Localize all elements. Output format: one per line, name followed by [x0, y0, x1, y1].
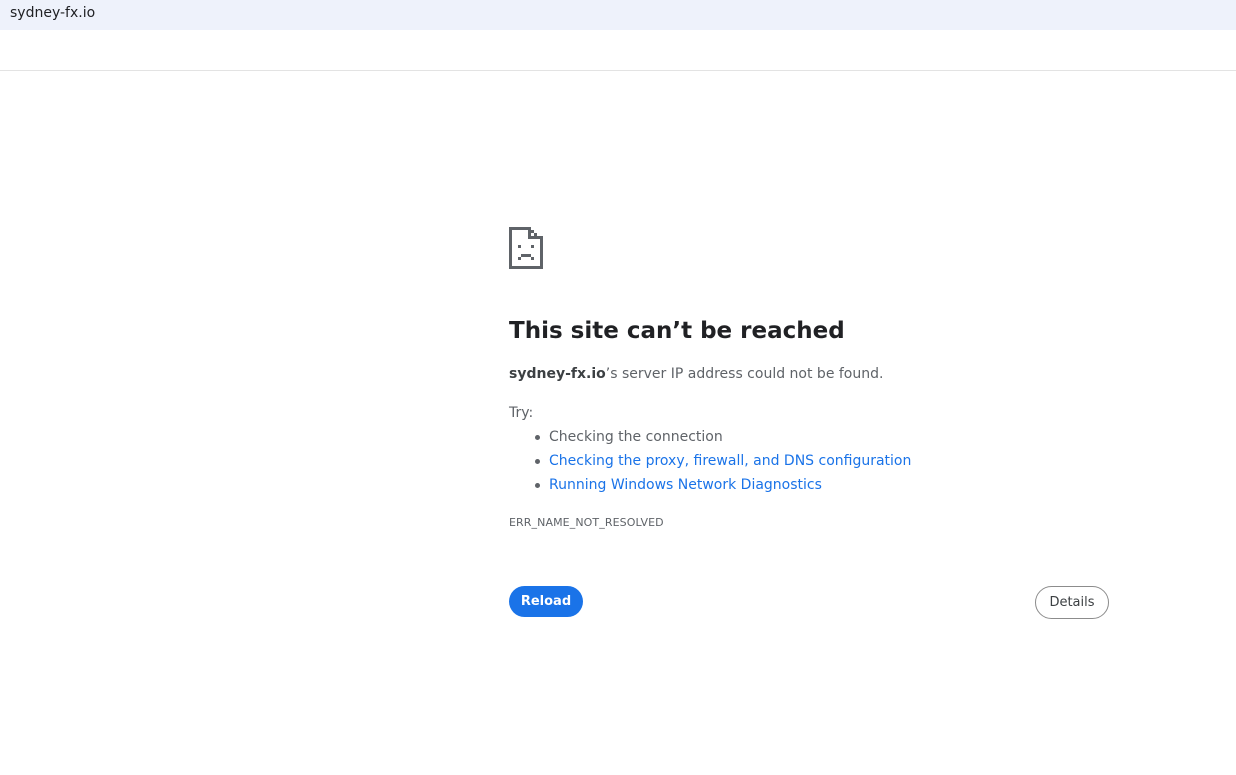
- address-bar[interactable]: sydney-fx.io: [0, 0, 1236, 30]
- try-label: Try:: [509, 405, 534, 421]
- suggestion-item: Running Windows Network Diagnostics: [509, 475, 911, 499]
- suggestion-check-connection: Checking the connection: [549, 429, 723, 445]
- suggestion-item: Checking the proxy, firewall, and DNS co…: [509, 451, 911, 475]
- suggestion-link-network-diagnostics[interactable]: Running Windows Network Diagnostics: [549, 477, 822, 493]
- suggestion-item: Checking the connection: [509, 427, 911, 451]
- error-title: This site can’t be reached: [509, 318, 845, 344]
- error-host: sydney-fx.io: [509, 366, 606, 382]
- sad-page-icon: [509, 227, 543, 269]
- url-text[interactable]: sydney-fx.io: [10, 4, 95, 22]
- error-code: ERR_NAME_NOT_RESOLVED: [509, 516, 664, 529]
- error-message: sydney-fx.io’s server IP address could n…: [509, 364, 883, 384]
- details-button[interactable]: Details: [1035, 586, 1109, 619]
- reload-button[interactable]: Reload: [509, 586, 583, 617]
- suggestion-list: Checking the connection Checking the pro…: [509, 427, 911, 499]
- toolbar-divider: [0, 70, 1236, 71]
- error-message-text: ’s server IP address could not be found.: [605, 366, 884, 382]
- suggestion-link-proxy-firewall-dns[interactable]: Checking the proxy, firewall, and DNS co…: [549, 453, 911, 469]
